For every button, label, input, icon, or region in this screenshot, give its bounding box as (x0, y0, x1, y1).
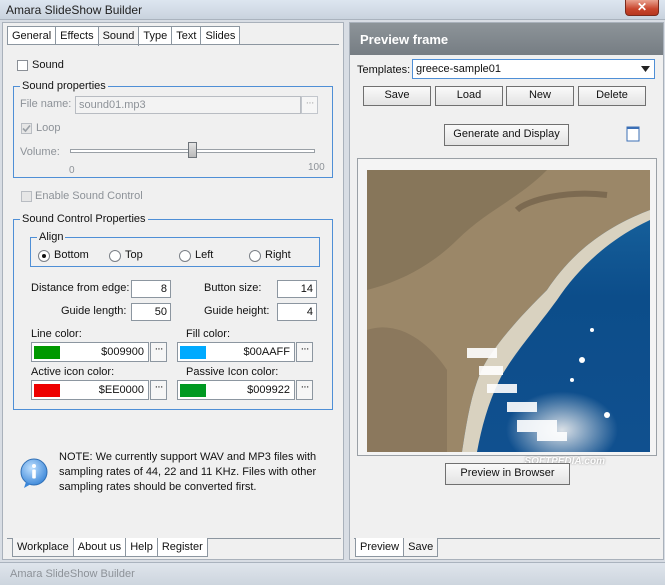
volume-slider-thumb[interactable] (187, 142, 197, 158)
sound-properties-group: Sound properties File name: sound01.mp3 … (13, 80, 333, 178)
tab-slides[interactable]: Slides (200, 26, 241, 45)
volume-min-label: 0 (69, 165, 75, 176)
close-button[interactable]: ✕ (625, 0, 659, 16)
volume-label: Volume: (20, 146, 60, 158)
tab-save[interactable]: Save (403, 538, 439, 557)
tab-text[interactable]: Text (171, 26, 202, 45)
align-bottom-radio[interactable] (38, 250, 50, 262)
line-color-picker-button[interactable]: ··· (150, 342, 167, 362)
passive-icon-color-swatch (180, 384, 206, 397)
volume-max-label: 100 (308, 162, 325, 173)
active-icon-color-label: Active icon color: (31, 366, 115, 378)
left-bottom-tabs: Workplace About us Help Register (12, 538, 208, 558)
enable-sound-control-label: Enable Sound Control (35, 190, 143, 202)
passive-icon-color-value: $009922 (247, 384, 290, 396)
note-line-2: sampling rates of 44, 22 and 11 KHz. Fil… (59, 466, 317, 478)
check-icon (22, 124, 31, 133)
tab-type[interactable]: Type (138, 26, 173, 45)
sound-checkbox-label: Sound (32, 59, 64, 71)
tab-general[interactable]: General (7, 26, 57, 45)
button-size-label: Button size: (204, 282, 262, 294)
fill-color-value: $00AAFF (243, 346, 290, 358)
load-template-button[interactable]: Load (435, 86, 503, 106)
photo-scenery (367, 170, 650, 452)
align-title: Align (37, 231, 66, 243)
new-template-button[interactable]: New (506, 86, 574, 106)
save-template-button[interactable]: Save (363, 86, 431, 106)
active-icon-color-swatch (34, 384, 60, 397)
tab-preview[interactable]: Preview (355, 538, 405, 557)
button-size-field[interactable]: 14 (277, 280, 317, 298)
guide-height-label: Guide height: (204, 305, 270, 317)
delete-template-button[interactable]: Delete (578, 86, 646, 106)
fill-color-field[interactable]: $00AAFF (177, 342, 295, 362)
line-color-field[interactable]: $009900 (31, 342, 149, 362)
guide-length-field[interactable]: 50 (131, 303, 171, 321)
active-icon-color-value: $EE0000 (98, 384, 144, 396)
distance-label: Distance from edge: (31, 282, 130, 294)
templates-label: Templates: (357, 64, 411, 76)
tab-workplace[interactable]: Workplace (12, 538, 74, 557)
generate-and-display-button[interactable]: Generate and Display (444, 124, 569, 146)
window-icon[interactable] (626, 126, 640, 142)
sound-checkbox[interactable] (17, 60, 28, 71)
preview-panel: Preview frame Templates: greece-sample01… (349, 22, 664, 560)
slide-preview-image (367, 170, 650, 452)
align-right-radio[interactable] (249, 250, 261, 262)
active-icon-color-field[interactable]: $EE0000 (31, 380, 149, 400)
line-color-value: $009900 (101, 346, 144, 358)
line-color-label: Line color: (31, 328, 82, 340)
active-icon-color-picker-button[interactable]: ··· (150, 380, 167, 400)
window-title: Amara SlideShow Builder (6, 3, 143, 17)
status-bar: Amara SlideShow Builder (0, 562, 665, 585)
align-left-label: Left (195, 249, 214, 261)
passive-icon-color-picker-button[interactable]: ··· (296, 380, 313, 400)
fill-color-picker-button[interactable]: ··· (296, 342, 313, 362)
fill-color-label: Fill color: (186, 328, 231, 340)
note-line-3: sampling rates should be converted first… (59, 481, 257, 493)
templates-dropdown[interactable]: greece-sample01 (412, 59, 655, 79)
templates-selected-value: greece-sample01 (416, 63, 501, 75)
distance-field[interactable]: 8 (131, 280, 171, 298)
preview-frame-header: Preview frame (350, 23, 663, 55)
align-right-label: Right (265, 249, 291, 261)
tab-effects[interactable]: Effects (55, 26, 99, 45)
fill-color-swatch (180, 346, 206, 359)
sound-control-properties-group: Sound Control Properties Align Bottom To… (13, 213, 333, 410)
info-icon (20, 458, 48, 488)
file-name-field[interactable]: sound01.mp3 (75, 96, 301, 114)
guide-height-field[interactable]: 4 (277, 303, 317, 321)
loop-checkbox[interactable] (21, 123, 32, 134)
guide-length-label: Guide length: (61, 305, 127, 317)
align-bottom-label: Bottom (54, 249, 89, 261)
enable-sound-control-checkbox[interactable] (21, 191, 32, 202)
status-text: Amara SlideShow Builder (10, 568, 135, 580)
sound-properties-title: Sound properties (20, 80, 108, 92)
passive-icon-color-label: Passive Icon color: (186, 366, 279, 378)
loop-label: Loop (36, 122, 61, 134)
tab-sound[interactable]: Sound (97, 26, 140, 46)
sound-control-properties-title: Sound Control Properties (20, 213, 148, 225)
tab-divider (7, 44, 339, 45)
align-top-label: Top (125, 249, 143, 261)
align-group: Align Bottom Top Left Right (30, 231, 320, 267)
align-top-radio[interactable] (109, 250, 121, 262)
right-bottom-tabs: Preview Save (355, 538, 439, 558)
file-name-label: File name: (20, 98, 72, 110)
chevron-down-icon (641, 66, 650, 72)
settings-panel: General Effects Sound Type Text Slides S… (2, 22, 344, 560)
settings-tabs: General Effects Sound Type Text Slides (7, 26, 241, 46)
align-left-radio[interactable] (179, 250, 191, 262)
title-bar: Amara SlideShow Builder ✕ (0, 0, 665, 20)
note-line-1: NOTE: We currently support WAV and MP3 f… (59, 451, 317, 463)
file-browse-button[interactable]: ··· (301, 96, 318, 114)
passive-icon-color-field[interactable]: $009922 (177, 380, 295, 400)
tab-about-us[interactable]: About us (72, 538, 127, 557)
tab-register[interactable]: Register (156, 538, 208, 557)
line-color-swatch (34, 346, 60, 359)
tab-help[interactable]: Help (125, 538, 158, 557)
preview-in-browser-button[interactable]: Preview in Browser (445, 463, 570, 485)
